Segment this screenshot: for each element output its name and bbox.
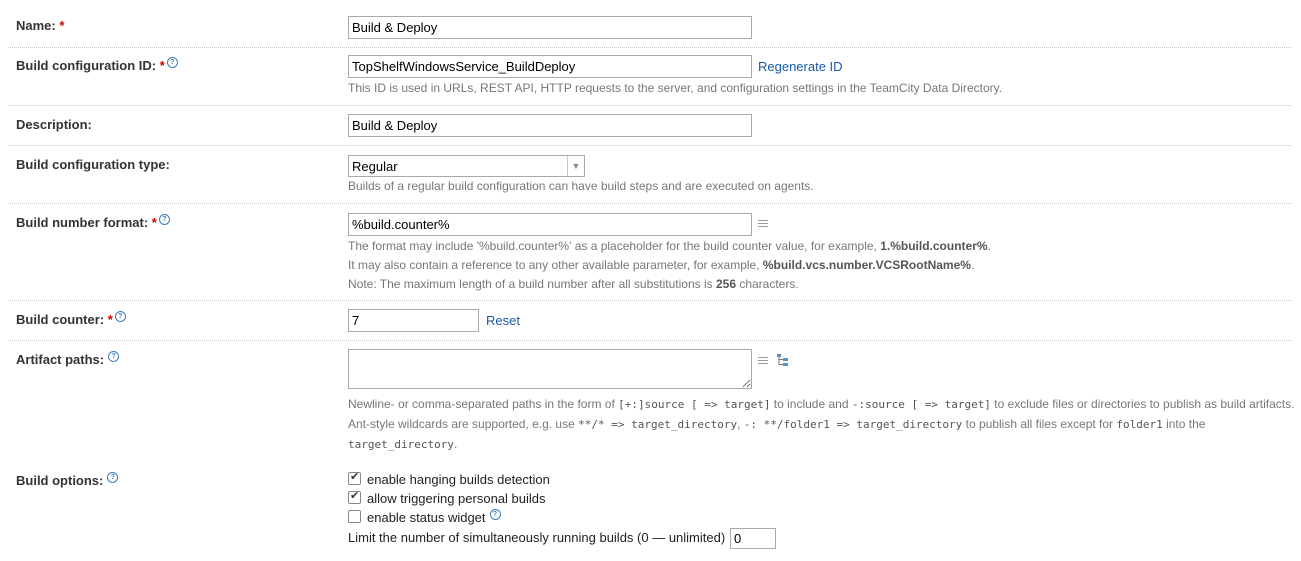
- personal-builds-checkbox[interactable]: [348, 489, 361, 504]
- running-builds-limit-row: Limit the number of simultaneously runni…: [348, 530, 726, 545]
- running-builds-limit-input[interactable]: [730, 528, 776, 549]
- build-number-format-input[interactable]: [348, 213, 752, 236]
- required-marker: *: [107, 312, 113, 327]
- hanging-builds-checkbox-row[interactable]: enable hanging builds detection: [348, 470, 550, 487]
- required-marker: *: [59, 18, 65, 33]
- parameter-list-icon[interactable]: [758, 357, 768, 365]
- artifact-paths-note-1: Newline- or comma-separated paths in the…: [348, 397, 1295, 411]
- build-number-format-note-1: The format may include '%build.counter%'…: [348, 239, 991, 253]
- build-config-id-label: Build configuration ID: *?: [16, 57, 178, 73]
- build-counter-input[interactable]: [348, 309, 479, 332]
- build-number-format-label: Build number format: *?: [16, 214, 170, 230]
- config-type-selected: Regular: [352, 159, 398, 174]
- required-marker: *: [159, 58, 165, 73]
- build-config-id-note: This ID is used in URLs, REST API, HTTP …: [348, 81, 1003, 95]
- help-icon[interactable]: ?: [489, 509, 501, 520]
- regenerate-id-link[interactable]: Regenerate ID: [758, 59, 843, 74]
- artifact-paths-label: Artifact paths:?: [16, 351, 120, 367]
- reset-counter-link[interactable]: Reset: [486, 313, 520, 328]
- help-icon[interactable]: ?: [114, 311, 126, 322]
- name-input[interactable]: [348, 16, 752, 39]
- required-marker: *: [151, 215, 157, 230]
- help-icon[interactable]: ?: [108, 351, 120, 362]
- artifact-paths-note-2: Ant-style wildcards are supported, e.g. …: [348, 417, 1206, 431]
- config-type-select[interactable]: Regular ▼: [348, 155, 585, 177]
- build-config-id-row: Build configuration ID: *? Regenerate ID…: [8, 48, 1291, 106]
- status-widget-checkbox-row[interactable]: enable status widget?: [348, 509, 501, 525]
- help-icon[interactable]: ?: [158, 214, 170, 225]
- parameter-list-icon[interactable]: [758, 220, 768, 228]
- help-icon[interactable]: ?: [107, 472, 119, 483]
- config-type-row: Build configuration type: Regular ▼ Buil…: [8, 146, 1291, 204]
- build-number-format-note-2: It may also contain a reference to any o…: [348, 258, 975, 272]
- config-type-note: Builds of a regular build configuration …: [348, 179, 814, 193]
- description-label: Description:: [16, 117, 92, 132]
- hanging-builds-checkbox[interactable]: [348, 470, 361, 485]
- artifact-paths-note-3: target_directory.: [348, 437, 458, 451]
- name-row: Name: *: [8, 8, 1291, 48]
- help-icon[interactable]: ?: [166, 57, 178, 68]
- description-input[interactable]: [348, 114, 752, 137]
- build-number-format-note-3: Note: The maximum length of a build numb…: [348, 277, 799, 291]
- build-number-format-row: Build number format: *? The format may i…: [8, 204, 1291, 301]
- tree-browse-icon[interactable]: [776, 353, 790, 367]
- name-label: Name: *: [16, 18, 65, 33]
- build-config-id-input[interactable]: [348, 55, 752, 78]
- artifact-paths-row: Artifact paths:? Newline- or comma-separ…: [8, 341, 1295, 461]
- personal-builds-checkbox-row[interactable]: allow triggering personal builds: [348, 489, 546, 506]
- build-options-label: Build options:?: [16, 472, 119, 488]
- chevron-down-icon[interactable]: ▼: [567, 156, 584, 176]
- status-widget-checkbox[interactable]: [348, 510, 361, 523]
- build-counter-label: Build counter: *?: [16, 311, 126, 327]
- config-type-label: Build configuration type:: [16, 157, 170, 172]
- build-counter-row: Build counter: *? Reset: [8, 301, 1291, 341]
- artifact-paths-textarea[interactable]: [348, 349, 752, 389]
- description-row: Description:: [8, 106, 1291, 146]
